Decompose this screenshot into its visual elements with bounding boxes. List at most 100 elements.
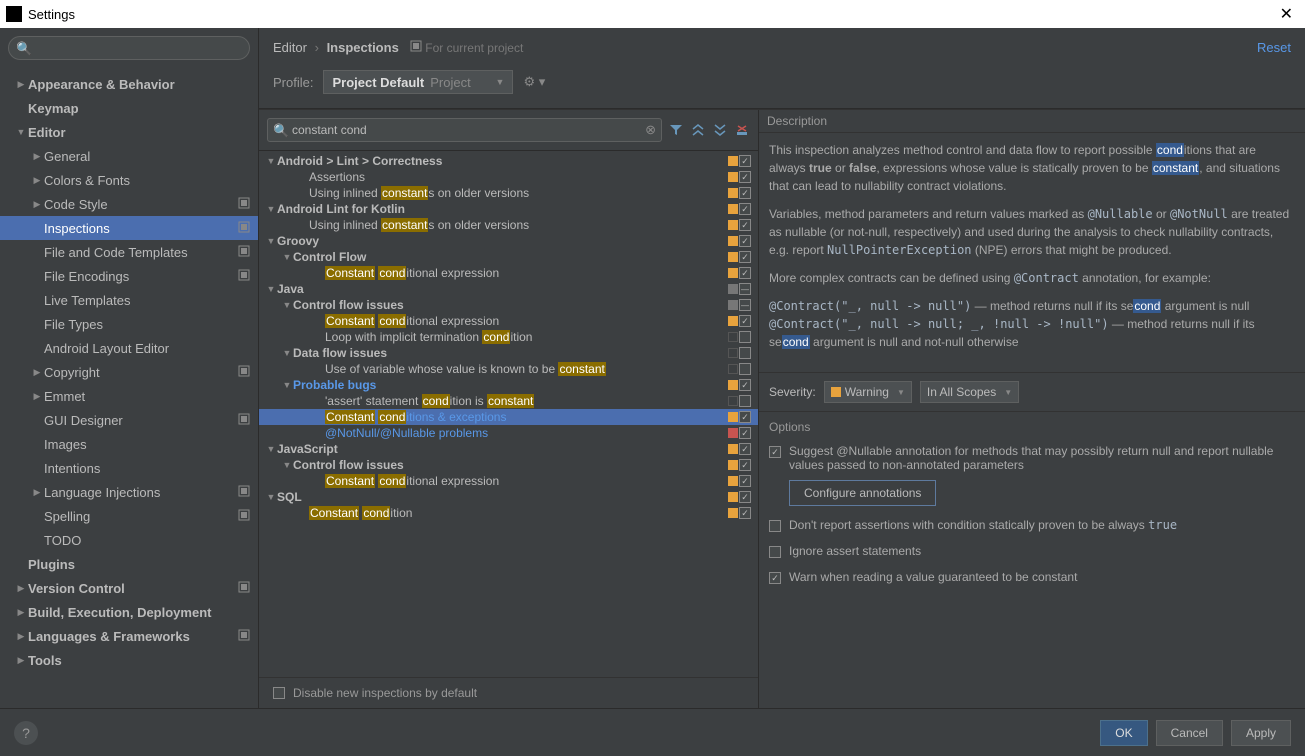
sidebar-item-version-control[interactable]: ▶Version Control	[0, 576, 258, 600]
reset-link[interactable]: Reset	[1257, 40, 1291, 55]
sidebar-item-gui-designer[interactable]: GUI Designer	[0, 408, 258, 432]
opt-dont-report-checkbox[interactable]	[769, 520, 781, 532]
sidebar-item-file-encodings[interactable]: File Encodings	[0, 264, 258, 288]
sidebar-item-appearance-behavior[interactable]: ▶Appearance & Behavior	[0, 72, 258, 96]
tree-arrow-icon: ▼	[265, 156, 277, 166]
filter-icon[interactable]	[668, 122, 684, 138]
sidebar-item-images[interactable]: Images	[0, 432, 258, 456]
sidebar-item-language-injections[interactable]: ▶Language Injections	[0, 480, 258, 504]
sidebar-item-build-execution-deployment[interactable]: ▶Build, Execution, Deployment	[0, 600, 258, 624]
tree-arrow-icon: ▶	[14, 583, 28, 594]
profile-dropdown[interactable]: Project Default Project ▼	[323, 70, 513, 94]
inspection-search-input[interactable]	[267, 118, 662, 142]
opt-ignore-assert-checkbox[interactable]	[769, 546, 781, 558]
sidebar-item-colors-fonts[interactable]: ▶Colors & Fonts	[0, 168, 258, 192]
inspection-row[interactable]: Constant conditional expression	[259, 265, 758, 281]
ok-button[interactable]: OK	[1100, 720, 1147, 746]
collapse-all-icon[interactable]	[712, 122, 728, 138]
inspection-checkbox[interactable]	[739, 283, 751, 295]
inspection-checkbox[interactable]	[739, 491, 751, 503]
inspection-row[interactable]: ▼SQL	[259, 489, 758, 505]
severity-indicator-icon	[728, 252, 738, 262]
inspection-row[interactable]: ▼Control flow issues	[259, 297, 758, 313]
sidebar-item-todo[interactable]: TODO	[0, 528, 258, 552]
inspection-checkbox[interactable]	[739, 347, 751, 359]
disable-new-checkbox[interactable]	[273, 687, 285, 699]
inspection-row[interactable]: ▼Control Flow	[259, 249, 758, 265]
inspection-checkbox[interactable]	[739, 251, 751, 263]
sidebar-item-copyright[interactable]: ▶Copyright	[0, 360, 258, 384]
sidebar-item-plugins[interactable]: Plugins	[0, 552, 258, 576]
expand-all-icon[interactable]	[690, 122, 706, 138]
sidebar-item-file-and-code-templates[interactable]: File and Code Templates	[0, 240, 258, 264]
sidebar-item-general[interactable]: ▶General	[0, 144, 258, 168]
inspection-checkbox[interactable]	[739, 267, 751, 279]
sidebar-item-spelling[interactable]: Spelling	[0, 504, 258, 528]
inspection-tree[interactable]: ▼Android > Lint > CorrectnessAssertionsU…	[259, 151, 758, 677]
sidebar-item-languages-frameworks[interactable]: ▶Languages & Frameworks	[0, 624, 258, 648]
sidebar-item-android-layout-editor[interactable]: Android Layout Editor	[0, 336, 258, 360]
inspection-row[interactable]: ▼Android Lint for Kotlin	[259, 201, 758, 217]
cancel-button[interactable]: Cancel	[1156, 720, 1223, 746]
sidebar-item-live-templates[interactable]: Live Templates	[0, 288, 258, 312]
sidebar-item-keymap[interactable]: Keymap	[0, 96, 258, 120]
sidebar-item-editor[interactable]: ▼Editor	[0, 120, 258, 144]
configure-annotations-button[interactable]: Configure annotations	[789, 480, 936, 506]
inspection-row[interactable]: Constant conditions & exceptions	[259, 409, 758, 425]
sidebar-item-inspections[interactable]: Inspections	[0, 216, 258, 240]
inspection-checkbox[interactable]	[739, 203, 751, 215]
scope-dropdown[interactable]: In All Scopes ▼	[920, 381, 1019, 403]
inspection-checkbox[interactable]	[739, 443, 751, 455]
inspection-row[interactable]: ▼JavaScript	[259, 441, 758, 457]
opt-warn-constant-checkbox[interactable]	[769, 572, 781, 584]
reset-filter-icon[interactable]	[734, 122, 750, 138]
severity-dropdown[interactable]: Warning ▼	[824, 381, 912, 403]
inspection-row[interactable]: @NotNull/@Nullable problems	[259, 425, 758, 441]
help-icon[interactable]: ?	[14, 721, 38, 745]
inspection-row[interactable]: Constant conditional expression	[259, 313, 758, 329]
inspection-row[interactable]: 'assert' statement condition is constant	[259, 393, 758, 409]
inspection-row[interactable]: ▼Android > Lint > Correctness	[259, 153, 758, 169]
inspection-checkbox[interactable]	[739, 427, 751, 439]
inspection-checkbox[interactable]	[739, 219, 751, 231]
settings-tree[interactable]: ▶Appearance & BehaviorKeymap▼Editor▶Gene…	[0, 68, 258, 708]
sidebar-item-tools[interactable]: ▶Tools	[0, 648, 258, 672]
inspection-row[interactable]: ▼Probable bugs	[259, 377, 758, 393]
gear-icon[interactable]: ⚙ ▾	[523, 74, 545, 90]
inspection-checkbox[interactable]	[739, 155, 751, 167]
inspection-row[interactable]: Assertions	[259, 169, 758, 185]
inspection-row[interactable]: Use of variable whose value is known to …	[259, 361, 758, 377]
inspection-row[interactable]: Constant condition	[259, 505, 758, 521]
inspection-checkbox[interactable]	[739, 171, 751, 183]
close-icon[interactable]: ✕	[1274, 4, 1299, 24]
inspection-checkbox[interactable]	[739, 315, 751, 327]
apply-button[interactable]: Apply	[1231, 720, 1291, 746]
clear-icon[interactable]: ⊗	[645, 122, 656, 138]
inspection-row[interactable]: Using inlined constants on older version…	[259, 217, 758, 233]
sidebar-item-file-types[interactable]: File Types	[0, 312, 258, 336]
inspection-checkbox[interactable]	[739, 363, 751, 375]
sidebar-item-intentions[interactable]: Intentions	[0, 456, 258, 480]
inspection-checkbox[interactable]	[739, 395, 751, 407]
chevron-down-icon: ▼	[1004, 388, 1012, 397]
inspection-row[interactable]: Loop with implicit termination condition	[259, 329, 758, 345]
inspection-row[interactable]: ▼Data flow issues	[259, 345, 758, 361]
inspection-checkbox[interactable]	[739, 379, 751, 391]
inspection-row[interactable]: ▼Java	[259, 281, 758, 297]
sidebar-item-code-style[interactable]: ▶Code Style	[0, 192, 258, 216]
inspection-checkbox[interactable]	[739, 507, 751, 519]
opt-suggest-nullable-checkbox[interactable]	[769, 446, 781, 458]
inspection-row[interactable]: ▼Control flow issues	[259, 457, 758, 473]
inspection-checkbox[interactable]	[739, 459, 751, 471]
inspection-checkbox[interactable]	[739, 299, 751, 311]
inspection-checkbox[interactable]	[739, 331, 751, 343]
inspection-row[interactable]: ▼Groovy	[259, 233, 758, 249]
inspection-row[interactable]: Constant conditional expression	[259, 473, 758, 489]
sidebar-item-emmet[interactable]: ▶Emmet	[0, 384, 258, 408]
inspection-row[interactable]: Using inlined constants on older version…	[259, 185, 758, 201]
inspection-checkbox[interactable]	[739, 411, 751, 423]
inspection-checkbox[interactable]	[739, 235, 751, 247]
inspection-checkbox[interactable]	[739, 475, 751, 487]
sidebar-search-input[interactable]	[8, 36, 250, 60]
inspection-checkbox[interactable]	[739, 187, 751, 199]
